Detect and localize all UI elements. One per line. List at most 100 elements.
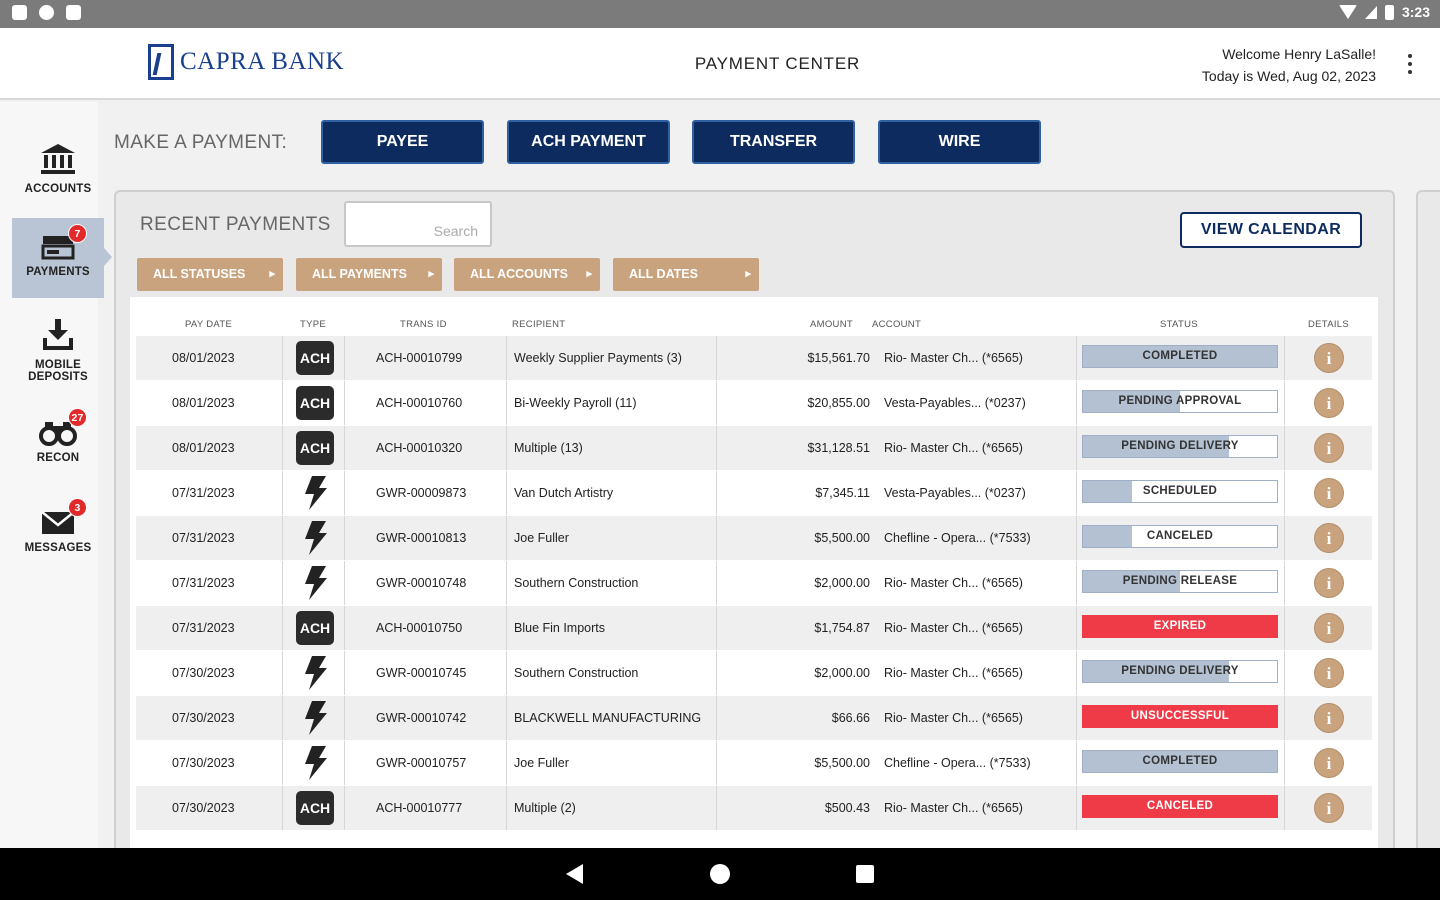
- details-info-icon[interactable]: i: [1314, 343, 1344, 373]
- column-divider: [282, 516, 283, 560]
- recipient-cell: Blue Fin Imports: [514, 621, 606, 635]
- column-divider: [282, 606, 283, 650]
- column-divider: [1076, 786, 1077, 830]
- amount-cell: $7,345.11: [815, 486, 870, 500]
- view-calendar-button[interactable]: VIEW CALENDAR: [1180, 212, 1362, 248]
- system-navigation-bar: [0, 848, 1440, 900]
- signal-icon: [1364, 5, 1377, 19]
- column-header-details[interactable]: DETAILS: [1308, 319, 1349, 330]
- column-header-type[interactable]: TYPE: [300, 319, 326, 330]
- details-info-icon[interactable]: i: [1314, 703, 1344, 733]
- sidebar-item-mobile-deposits[interactable]: MOBILE DEPOSITS: [12, 318, 104, 383]
- ach-payment-button[interactable]: ACH PAYMENT: [507, 120, 670, 164]
- details-info-icon[interactable]: i: [1314, 748, 1344, 778]
- column-divider: [344, 696, 345, 740]
- overflow-menu-icon[interactable]: [1408, 54, 1412, 74]
- recipient-cell: Joe Fuller: [514, 531, 569, 545]
- status-label: PENDING DELIVERY: [1121, 665, 1239, 677]
- filter-payments[interactable]: ALL PAYMENTS: [296, 258, 442, 291]
- column-header-account[interactable]: ACCOUNT: [872, 319, 921, 330]
- column-divider: [1284, 561, 1285, 605]
- status-label: CANCELED: [1146, 800, 1214, 812]
- table-row[interactable]: 07/30/2023 ACH ACH-00010777 Multiple (2) $50…: [136, 786, 1372, 830]
- recent-apps-icon[interactable]: [856, 865, 874, 883]
- column-divider: [506, 741, 507, 785]
- status-label: EXPIRED: [1153, 620, 1207, 632]
- details-info-icon[interactable]: i: [1314, 658, 1344, 688]
- search-input[interactable]: [344, 201, 492, 247]
- column-divider: [1284, 651, 1285, 695]
- details-info-icon[interactable]: i: [1314, 613, 1344, 643]
- details-info-icon[interactable]: i: [1314, 793, 1344, 823]
- pay-date-cell: 07/31/2023: [172, 486, 235, 500]
- column-divider: [344, 561, 345, 605]
- column-divider: [282, 426, 283, 470]
- sidebar-item-recon[interactable]: 27 RECON: [12, 408, 104, 464]
- envelope-icon: 3: [39, 498, 87, 538]
- pay-date-cell: 07/31/2023: [172, 621, 235, 635]
- status-progress-fill: [1083, 481, 1132, 502]
- amount-cell: $66.66: [831, 711, 870, 725]
- column-divider: [344, 786, 345, 830]
- column-divider: [1284, 381, 1285, 425]
- column-divider: [506, 651, 507, 695]
- table-row[interactable]: 07/30/2023 GWR-00010742 BLACKWELL MANUFACT…: [136, 696, 1372, 740]
- column-divider: [506, 336, 507, 380]
- column-header-trans-id[interactable]: TRANS ID: [400, 319, 447, 330]
- filter-dates[interactable]: ALL DATES: [613, 258, 759, 291]
- column-divider: [716, 786, 717, 830]
- recipient-cell: Multiple (2): [514, 801, 576, 815]
- trans-id-cell: GWR-00010757: [376, 756, 467, 770]
- home-icon[interactable]: [710, 864, 730, 884]
- column-divider: [506, 426, 507, 470]
- status-indicator: PENDING DELIVERY: [1082, 660, 1278, 683]
- table-row[interactable]: 07/30/2023 GWR-00010745 Southern Construct…: [136, 651, 1372, 695]
- column-header-recipient[interactable]: RECIPIENT: [512, 319, 565, 330]
- table-row[interactable]: 07/31/2023 GWR-00009873 Van Dutch Artistry…: [136, 471, 1372, 515]
- payments-icon: 7: [39, 224, 87, 262]
- pay-date-cell: 07/31/2023: [172, 576, 235, 590]
- filter-statuses[interactable]: ALL STATUSES: [137, 258, 283, 291]
- amount-cell: $2,000.00: [814, 576, 870, 590]
- status-indicator: SCHEDULED: [1082, 480, 1278, 503]
- amount-cell: $5,500.00: [814, 756, 870, 770]
- recipient-cell: Van Dutch Artistry: [514, 486, 614, 500]
- transfer-button[interactable]: TRANSFER: [692, 120, 855, 164]
- table-row[interactable]: 08/01/2023 ACH ACH-00010799 Weekly Supplier…: [136, 336, 1372, 380]
- column-divider: [1076, 696, 1077, 740]
- sidebar-item-accounts[interactable]: ACCOUNTS: [12, 142, 104, 195]
- column-header-status[interactable]: STATUS: [1160, 319, 1198, 330]
- column-divider: [506, 786, 507, 830]
- details-info-icon[interactable]: i: [1314, 433, 1344, 463]
- details-info-icon[interactable]: i: [1314, 568, 1344, 598]
- status-label: COMPLETED: [1142, 755, 1218, 767]
- wire-button[interactable]: WIRE: [878, 120, 1041, 164]
- sidebar-item-messages[interactable]: 3 MESSAGES: [12, 498, 104, 554]
- table-row[interactable]: 07/30/2023 GWR-00010757 Joe Fuller $5,500.0…: [136, 741, 1372, 785]
- details-info-icon[interactable]: i: [1314, 388, 1344, 418]
- filter-accounts[interactable]: ALL ACCOUNTS: [454, 258, 600, 291]
- details-info-icon[interactable]: i: [1314, 523, 1344, 553]
- table-row[interactable]: 07/31/2023 GWR-00010813 Joe Fuller $5,500.0…: [136, 516, 1372, 560]
- back-icon[interactable]: [566, 864, 583, 884]
- column-divider: [282, 561, 283, 605]
- ach-type-badge: ACH: [296, 791, 334, 825]
- column-header-pay-date[interactable]: PAY DATE: [185, 319, 232, 330]
- payee-button[interactable]: PAYEE: [321, 120, 484, 164]
- status-label: PENDING APPROVAL: [1118, 395, 1242, 407]
- table-row[interactable]: 08/01/2023 ACH ACH-00010760 Bi-Weekly Payro…: [136, 381, 1372, 425]
- sidebar-item-label: MOBILE: [35, 359, 81, 371]
- status-label: UNSUCCESSFUL: [1130, 710, 1230, 722]
- table-row[interactable]: 07/31/2023 ACH ACH-00010750 Blue Fin Import…: [136, 606, 1372, 650]
- trans-id-cell: ACH-00010777: [376, 801, 463, 815]
- amount-cell: $2,000.00: [814, 666, 870, 680]
- details-info-icon[interactable]: i: [1314, 478, 1344, 508]
- table-row[interactable]: 07/31/2023 GWR-00010748 Southern Construct…: [136, 561, 1372, 605]
- column-divider: [344, 651, 345, 695]
- column-header-amount[interactable]: AMOUNT: [810, 319, 853, 330]
- recipient-cell: Southern Construction: [514, 666, 639, 680]
- sidebar-item-payments[interactable]: 7 PAYMENTS: [12, 218, 112, 298]
- column-divider: [716, 381, 717, 425]
- table-row[interactable]: 08/01/2023 ACH ACH-00010320 Multiple (13) $3…: [136, 426, 1372, 470]
- recent-payments-label: RECENT PAYMENTS: [140, 214, 331, 235]
